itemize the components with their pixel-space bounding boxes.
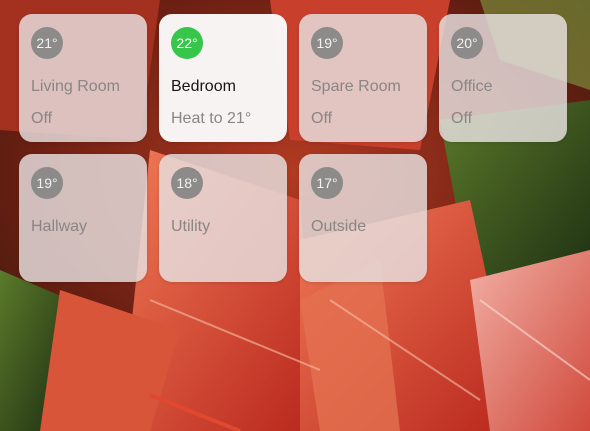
accessory-status: Off <box>451 110 473 127</box>
temperature-badge: 21° <box>31 27 63 59</box>
tile-outside[interactable]: 17° Outside <box>299 154 427 282</box>
tile-office[interactable]: 20° Office Off <box>439 14 567 142</box>
accessory-name: Living Room <box>31 78 120 95</box>
accessory-status: Off <box>31 110 53 127</box>
temperature-badge: 20° <box>451 27 483 59</box>
tile-bedroom[interactable]: 22° Bedroom Heat to 21° <box>159 14 287 142</box>
accessory-name: Spare Room <box>311 78 401 95</box>
tile-utility[interactable]: 18° Utility <box>159 154 287 282</box>
accessory-name: Bedroom <box>171 78 236 95</box>
temperature-badge: 22° <box>171 27 203 59</box>
temperature-badge: 17° <box>311 167 343 199</box>
accessory-name: Hallway <box>31 218 88 235</box>
temperature-badge: 19° <box>311 27 343 59</box>
accessory-name: Office <box>451 78 493 95</box>
accessory-status: Off <box>311 110 333 127</box>
temperature-badge: 18° <box>171 167 203 199</box>
accessory-name: Utility <box>171 218 211 235</box>
accessory-status: Heat to 21° <box>171 110 252 127</box>
temperature-badge: 19° <box>31 167 63 199</box>
accessory-name: Outside <box>311 218 367 235</box>
tile-hallway[interactable]: 19° Hallway <box>19 154 147 282</box>
tile-spare-room[interactable]: 19° Spare Room Off <box>299 14 427 142</box>
tile-living-room[interactable]: 21° Living Room Off <box>19 14 147 142</box>
accessory-grid: 21° Living Room Off 22° Bedroom Heat to … <box>0 0 590 431</box>
